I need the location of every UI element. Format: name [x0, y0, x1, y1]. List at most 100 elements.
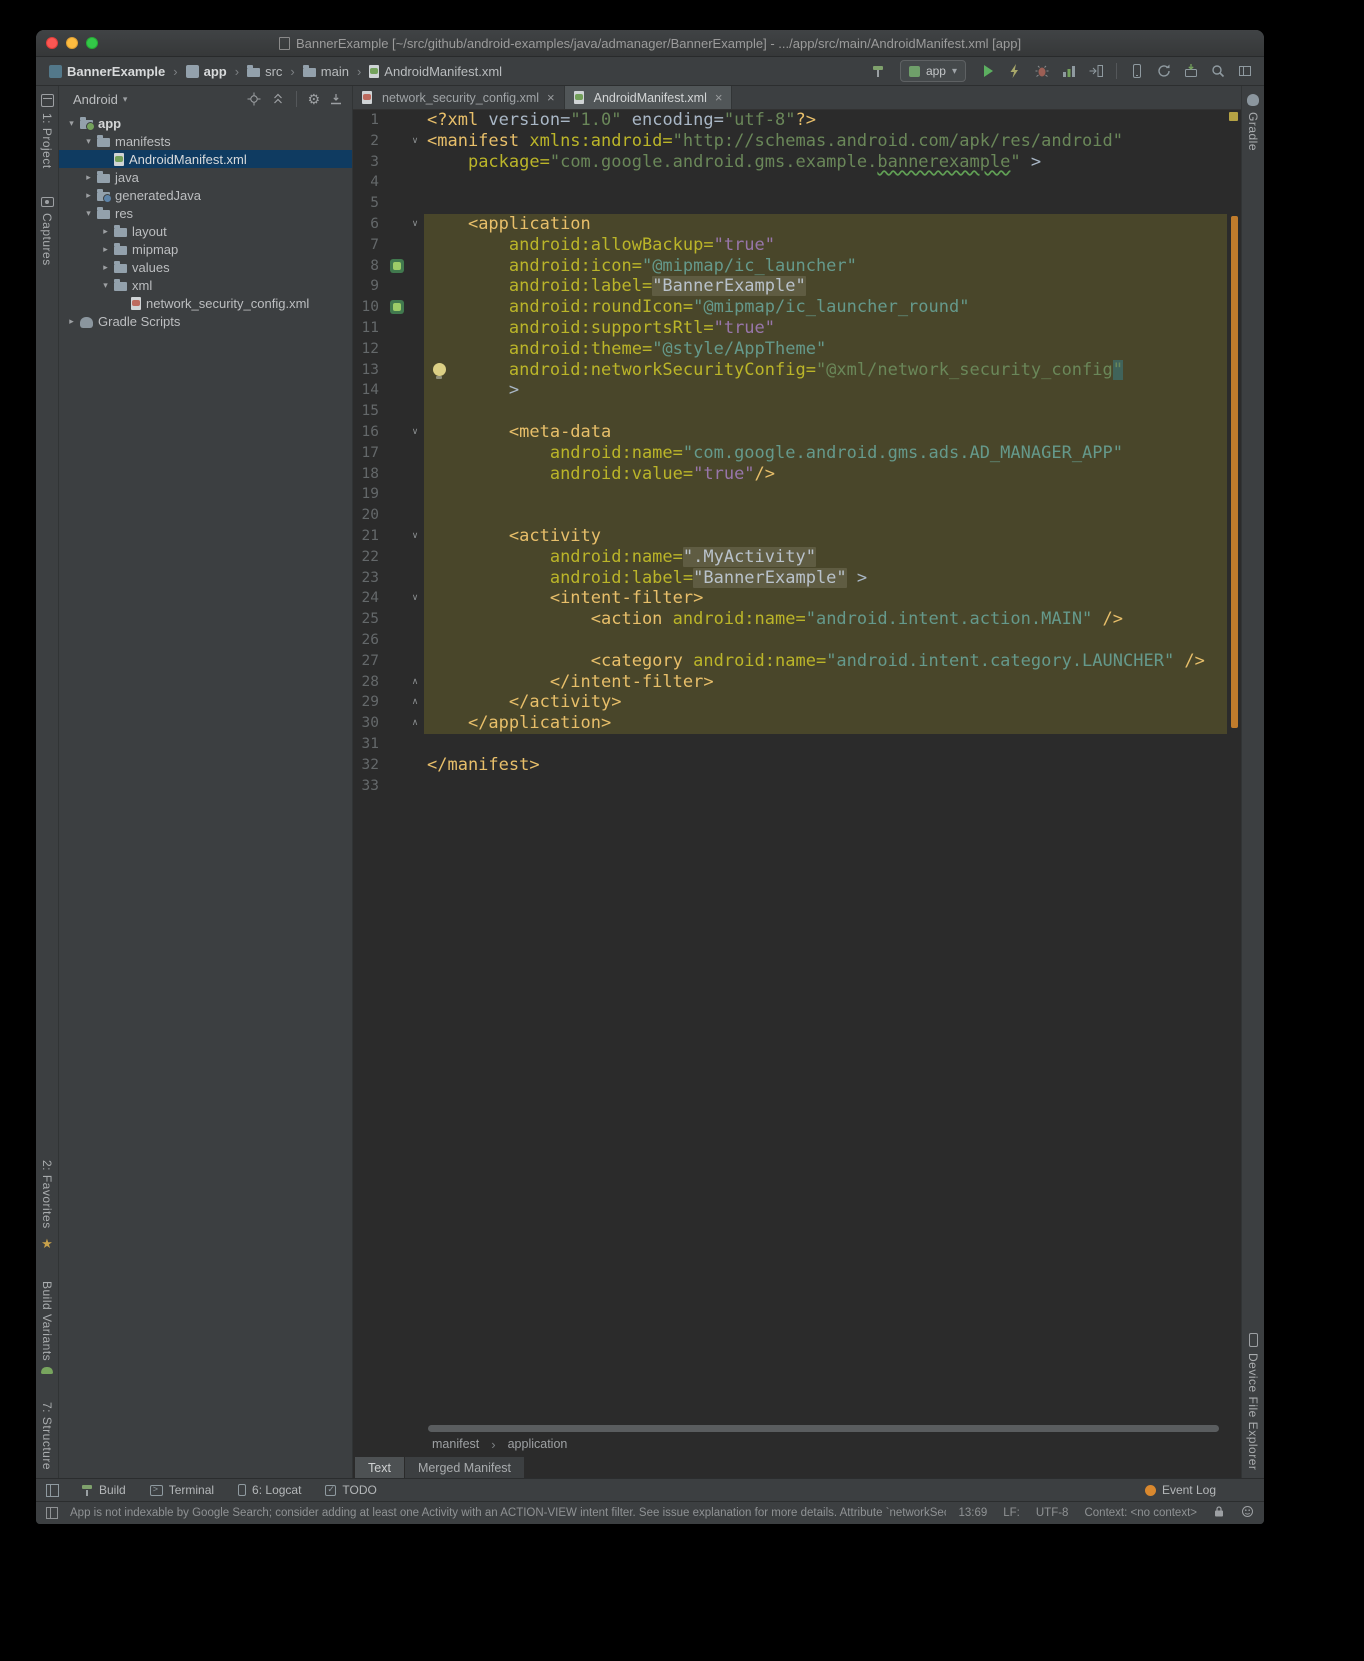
intention-bulb-icon[interactable] — [433, 363, 446, 376]
tree-item[interactable]: AndroidManifest.xml — [59, 150, 352, 168]
collapse-arrow-icon[interactable]: ▾ — [82, 136, 95, 147]
tree-item[interactable]: ▸mipmap — [59, 240, 352, 258]
tree-item[interactable]: ▸generatedJava — [59, 186, 352, 204]
tree-item[interactable]: ▸values — [59, 258, 352, 276]
sync-gradle-icon[interactable] — [1155, 62, 1173, 80]
collapse-all-icon[interactable] — [270, 91, 286, 107]
breadcrumb-tag[interactable]: manifest — [432, 1437, 479, 1451]
editor-mode-tab[interactable]: Merged Manifest — [405, 1457, 524, 1478]
toolwindow-switcher-icon[interactable] — [46, 1484, 59, 1497]
device-manager-icon[interactable] — [1128, 62, 1146, 80]
attach-debugger-icon[interactable] — [1087, 62, 1105, 80]
expand-arrow-icon[interactable]: ▸ — [82, 172, 95, 183]
tool-stripe-tab[interactable]: Build Variants — [40, 1281, 54, 1374]
toolwindow-layout-icon[interactable] — [1236, 62, 1254, 80]
collapse-arrow-icon[interactable]: ▾ — [99, 280, 112, 291]
expand-arrow-icon[interactable]: ▸ — [99, 226, 112, 237]
make-project-hammer-icon[interactable] — [869, 62, 887, 80]
tool-stripe-tab[interactable]: 7: Structure — [40, 1402, 54, 1470]
run-button[interactable] — [979, 62, 997, 80]
line-separator-indicator[interactable]: LF: — [1003, 1507, 1020, 1519]
xmlfile-icon — [131, 297, 141, 310]
project-view-selector[interactable]: Android — [73, 92, 118, 107]
code-line: android:supportsRtl="true" — [424, 318, 1227, 339]
tree-item[interactable]: ▾xml — [59, 276, 352, 294]
tool-stripe-tab[interactable]: 1: Project — [40, 94, 54, 169]
toolwindow-button[interactable]: Build — [81, 1483, 126, 1497]
tree-item[interactable]: network_security_config.xml — [59, 294, 352, 312]
breadcrumb-item[interactable]: AndroidManifest.xml — [366, 63, 505, 80]
highlighting-level-icon[interactable] — [1241, 1505, 1254, 1521]
fold-marker-icon[interactable]: ∨ — [409, 528, 421, 544]
hide-panel-icon[interactable] — [328, 91, 344, 107]
tree-item[interactable]: ▾manifests — [59, 132, 352, 150]
status-grid-icon[interactable] — [46, 1507, 58, 1519]
debug-button[interactable] — [1033, 62, 1051, 80]
breadcrumb-item[interactable]: BannerExample — [46, 63, 168, 80]
tree-item[interactable]: ▾app — [59, 114, 352, 132]
status-message[interactable]: App is not indexable by Google Search; c… — [70, 1507, 946, 1519]
breadcrumb-tag[interactable]: application — [508, 1437, 568, 1451]
toolwindow-button[interactable]: Event Log — [1145, 1483, 1216, 1497]
caret-position[interactable]: 13:69 — [958, 1507, 987, 1519]
launcher-preview-icon[interactable] — [390, 300, 404, 314]
fold-marker-icon[interactable]: ∧ — [409, 715, 421, 731]
collapse-arrow-icon[interactable]: ▾ — [82, 208, 95, 219]
expand-arrow-icon[interactable]: ▸ — [99, 262, 112, 273]
editor-tab[interactable]: AndroidManifest.xml× — [565, 86, 733, 109]
code-area[interactable]: <?xml version="1.0" encoding="utf-8"?><m… — [424, 110, 1227, 1424]
fold-marker-icon[interactable]: ∨ — [409, 133, 421, 149]
ide-window: BannerExample [~/src/github/android-exam… — [36, 30, 1264, 1524]
write-lock-icon[interactable] — [1213, 1505, 1225, 1521]
tree-item[interactable]: ▸layout — [59, 222, 352, 240]
close-window-button[interactable] — [46, 37, 58, 49]
locate-file-icon[interactable] — [246, 91, 262, 107]
fold-marker-icon[interactable]: ∧ — [409, 674, 421, 690]
zoom-window-button[interactable] — [86, 37, 98, 49]
close-icon[interactable]: × — [547, 90, 555, 105]
fold-marker-icon[interactable]: ∧ — [409, 694, 421, 710]
launcher-preview-icon[interactable] — [390, 259, 404, 273]
apply-changes-icon[interactable] — [1006, 62, 1024, 80]
editor-tab[interactable]: network_security_config.xml× — [353, 86, 565, 109]
tree-item[interactable]: ▸java — [59, 168, 352, 186]
expand-arrow-icon[interactable]: ▸ — [99, 244, 112, 255]
search-everywhere-icon[interactable] — [1209, 62, 1227, 80]
tool-stripe-tab[interactable]: Device File Explorer — [1246, 1333, 1260, 1470]
run-config-select[interactable]: app ▾ — [900, 60, 966, 82]
chevron-down-icon[interactable]: ▾ — [123, 94, 128, 105]
selection-range-marker[interactable] — [1231, 216, 1238, 728]
toolwindow-button[interactable]: Terminal — [150, 1483, 214, 1497]
right-tool-stripe: Gradle Device File Explorer — [1241, 86, 1264, 1478]
expand-arrow-icon[interactable]: ▸ — [82, 190, 95, 201]
breadcrumb-item[interactable]: app — [183, 63, 230, 80]
file-encoding[interactable]: UTF-8 — [1036, 1507, 1069, 1519]
close-icon[interactable]: × — [715, 90, 723, 105]
horizontal-scrollbar[interactable] — [353, 1424, 1241, 1434]
tool-stripe-tab[interactable]: Captures — [40, 197, 54, 266]
settings-gear-icon[interactable]: ⚙ — [307, 92, 320, 106]
sdk-manager-icon[interactable] — [1182, 62, 1200, 80]
code-line: android:value="true"/> — [424, 464, 1227, 485]
inspection-indicator-icon[interactable] — [1229, 112, 1238, 121]
fold-marker-icon[interactable]: ∨ — [409, 590, 421, 606]
breadcrumb-item[interactable]: main — [300, 63, 352, 80]
expand-arrow-icon[interactable]: ▸ — [65, 316, 78, 327]
editor-mode-tab[interactable]: Text — [355, 1457, 404, 1478]
tree-item[interactable]: ▾res — [59, 204, 352, 222]
toolbar-separator — [1116, 63, 1117, 79]
fold-marker-icon[interactable]: ∨ — [409, 424, 421, 440]
scrollbar-thumb[interactable] — [428, 1425, 1219, 1432]
project-tool-icon — [41, 94, 54, 107]
app-module-icon — [909, 66, 920, 77]
toolwindow-button[interactable]: 6: Logcat — [238, 1483, 301, 1497]
toolwindow-button[interactable]: TODO — [325, 1483, 376, 1497]
fold-marker-icon[interactable]: ∨ — [409, 216, 421, 232]
collapse-arrow-icon[interactable]: ▾ — [65, 118, 78, 129]
breadcrumb-item[interactable]: src — [244, 63, 285, 80]
tool-stripe-tab[interactable]: 2: Favorites — [40, 1160, 54, 1253]
minimize-window-button[interactable] — [66, 37, 78, 49]
tool-stripe-tab[interactable]: Gradle — [1246, 94, 1260, 151]
tree-item[interactable]: ▸Gradle Scripts — [59, 312, 352, 330]
profiler-button[interactable] — [1060, 62, 1078, 80]
